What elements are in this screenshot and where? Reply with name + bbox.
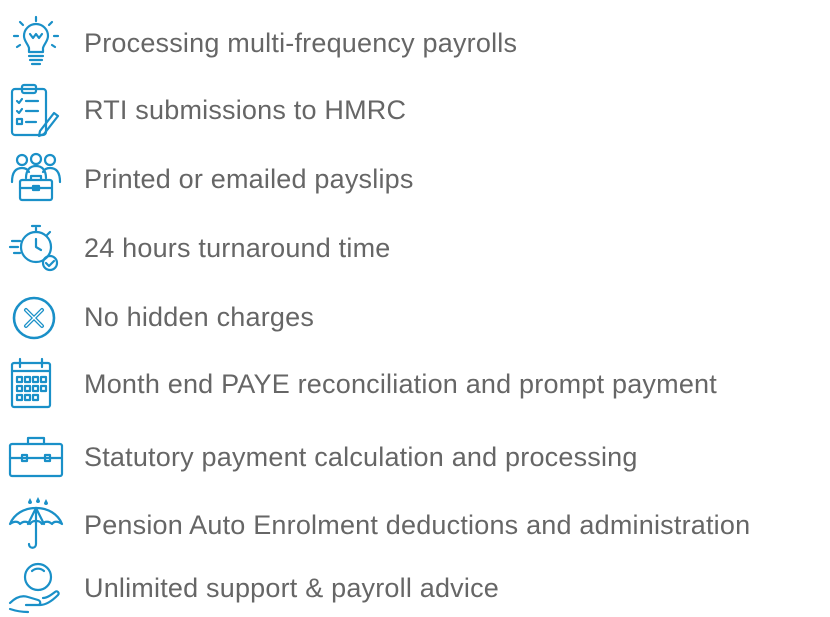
feature-label: Processing multi-frequency payrolls bbox=[84, 28, 518, 58]
feature-label: Month end PAYE reconciliation and prompt… bbox=[84, 369, 717, 399]
feature-item-payslips: Printed or emailed payslips bbox=[0, 150, 830, 208]
feature-item-multi-frequency-payrolls: Processing multi-frequency payrolls bbox=[0, 14, 830, 72]
stopwatch-check-icon bbox=[6, 219, 66, 277]
feature-item-rti-submissions: RTI submissions to HMRC bbox=[0, 81, 830, 139]
feature-label: Printed or emailed payslips bbox=[84, 164, 414, 194]
hand-coin-icon bbox=[6, 559, 66, 617]
feature-item-paye-reconciliation: Month end PAYE reconciliation and prompt… bbox=[0, 355, 830, 413]
calendar-icon bbox=[6, 355, 66, 413]
team-briefcase-icon bbox=[6, 150, 66, 208]
no-charges-icon bbox=[6, 288, 66, 346]
feature-item-unlimited-support: Unlimited support & payroll advice bbox=[0, 559, 830, 617]
umbrella-icon bbox=[6, 496, 66, 554]
lightbulb-icon bbox=[6, 14, 66, 72]
feature-item-no-hidden-charges: No hidden charges bbox=[0, 288, 830, 346]
feature-label: Pension Auto Enrolment deductions and ad… bbox=[84, 510, 751, 540]
briefcase-icon bbox=[6, 428, 66, 486]
feature-label: RTI submissions to HMRC bbox=[84, 95, 407, 125]
feature-label: Statutory payment calculation and proces… bbox=[84, 442, 638, 472]
feature-label: No hidden charges bbox=[84, 302, 315, 332]
clipboard-checklist-icon bbox=[6, 81, 66, 139]
feature-item-turnaround: 24 hours turnaround time bbox=[0, 219, 830, 277]
feature-item-pension-auto-enrolment: Pension Auto Enrolment deductions and ad… bbox=[0, 496, 830, 554]
feature-list: Processing multi-frequency payrolls RTI … bbox=[0, 0, 830, 617]
feature-item-statutory-payment: Statutory payment calculation and proces… bbox=[0, 428, 830, 486]
feature-label: 24 hours turnaround time bbox=[84, 233, 391, 263]
feature-label: Unlimited support & payroll advice bbox=[84, 573, 499, 603]
